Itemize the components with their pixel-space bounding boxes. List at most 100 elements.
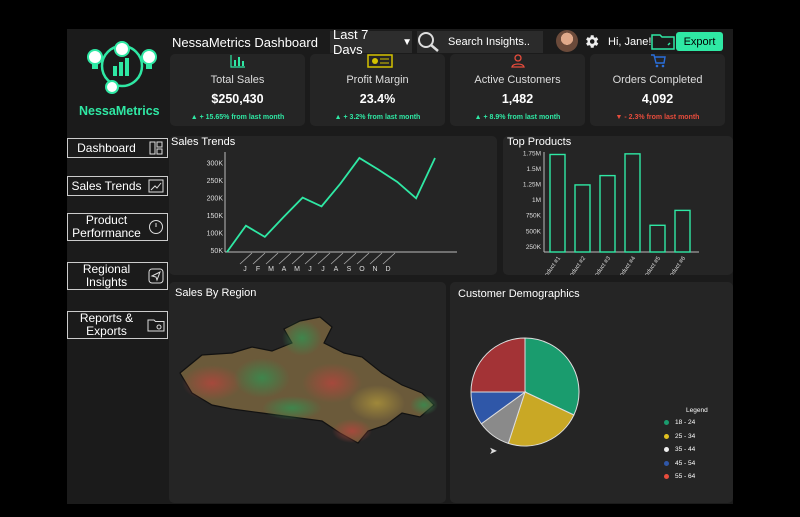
demographics-pie-chart [470, 337, 580, 447]
mouse-cursor-icon: ➤ [489, 446, 498, 457]
y-tick-label: 50K [211, 248, 224, 255]
kpi-value: $250,430 [211, 92, 264, 106]
folder-icon[interactable] [651, 32, 675, 50]
y-tick-label: 1M [532, 197, 541, 204]
y-tick-label: 150K [207, 213, 224, 220]
bar [649, 224, 666, 253]
y-tick-label: 100K [207, 231, 224, 238]
x-tick-label: J [308, 266, 312, 273]
kpi-label: Orders Completed [612, 74, 703, 86]
x-tick-label: Product #4 [616, 255, 638, 275]
x-tick-label: Product #6 [666, 255, 688, 275]
x-tick-mark [369, 252, 383, 265]
y-tick-label: 1.5M [527, 166, 541, 173]
navigation-icon [145, 268, 167, 284]
x-tick-label: Product #2 [566, 255, 588, 275]
nav-label: Reports & Exports [79, 311, 134, 338]
x-tick-label: A [282, 266, 287, 273]
x-tick-label: J [321, 266, 325, 273]
y-tick-label: 1.75M [523, 151, 541, 158]
x-tick-mark [330, 252, 344, 265]
date-range-value: Last 7 Days [333, 27, 369, 57]
sales-trends-chart: 50K100K150K200K250K300KJ F M A M J J A S O N D [207, 152, 457, 273]
export-label: Export [683, 35, 716, 48]
x-tick-label: S [347, 266, 352, 273]
pie-slice [470, 337, 526, 393]
folder-gear-icon [145, 318, 167, 332]
x-tick-mark [291, 252, 305, 265]
kpi-value: 1,482 [501, 92, 534, 106]
x-tick-mark [343, 252, 357, 265]
x-tick-label: Product #5 [641, 255, 663, 275]
money-icon [367, 54, 393, 68]
kpi-change: + 8.9% from last month [483, 114, 561, 121]
nav-product-performance[interactable]: Product Performance [67, 213, 168, 241]
dashboard-title: NessaMetrics Dashboard [172, 35, 318, 50]
x-tick-label: M [294, 266, 300, 273]
date-range-select[interactable]: Last 7 Days ▼ [330, 27, 412, 57]
legend-item: 35 - 44 [664, 446, 695, 453]
x-tick-label: Product #3 [591, 255, 613, 275]
nav-regional-insights[interactable]: Regional Insights [67, 262, 168, 290]
x-tick-mark [278, 252, 292, 265]
kpi-change: + 3.2% from last month [343, 114, 421, 121]
customer-demographics-title: Customer Demographics [458, 288, 580, 300]
user-icon [511, 54, 525, 68]
legend-label: 35 - 44 [675, 446, 696, 453]
x-tick-label: D [385, 266, 390, 273]
legend-label: 55 - 64 [675, 473, 696, 480]
top-products-title: Top Products [507, 136, 572, 148]
x-tick-mark [265, 252, 279, 265]
nav-label: Sales Trends [71, 178, 142, 193]
legend-title: Legend [686, 407, 708, 414]
kpi-orders-completed: Orders Completed 4,092 ▼ - 2.3% from las… [590, 54, 725, 126]
avatar[interactable] [556, 30, 578, 52]
bar [599, 174, 616, 253]
kpi-change: - 2.3% from last month [624, 114, 700, 121]
kpi-active-customers: Active Customers 1,482 ▲ + 8.9% from las… [450, 54, 585, 126]
x-tick-mark [317, 252, 331, 265]
trend-up-icon: ▲ [190, 114, 200, 121]
bar [549, 153, 566, 253]
x-tick-label: J [243, 266, 247, 273]
sales-trend-line [226, 156, 436, 253]
kpi-total-sales: Total Sales $250,430 ▲ + 15.65% from las… [170, 54, 305, 126]
x-tick-mark [304, 252, 318, 265]
sales-by-region-title: Sales By Region [175, 287, 257, 299]
y-tick-label: 250K [526, 244, 542, 251]
layout-icon [145, 141, 167, 155]
legend-swatch [664, 460, 669, 466]
nav-sales-trends[interactable]: Sales Trends [67, 176, 168, 196]
kpi-value: 23.4% [359, 92, 396, 106]
sales-trends-title: Sales Trends [171, 136, 236, 148]
bar-chart-icon [230, 55, 245, 68]
canada-heat-map [179, 316, 438, 444]
x-tick-label: F [256, 266, 260, 273]
cart-icon [651, 54, 666, 68]
trend-up-icon: ▲ [474, 114, 484, 121]
top-products-chart: 250K500K750K1M1.25M1.5M1.75MProduct #1 Pr… [523, 151, 699, 275]
kpi-value: 4,092 [641, 92, 674, 106]
search-input[interactable]: Search Insights.. [448, 36, 530, 48]
bar [624, 153, 641, 253]
legend-swatch [664, 420, 669, 425]
x-tick-label: O [359, 266, 365, 273]
bar-chart-icon [145, 179, 167, 193]
legend-label: 45 - 54 [675, 459, 696, 467]
kpi-label: Total Sales [210, 74, 265, 86]
legend-swatch [664, 474, 669, 479]
x-tick-mark [382, 252, 396, 265]
search-box[interactable]: Search Insights.. [417, 31, 543, 53]
nav-reports-exports[interactable]: Reports & Exports [67, 311, 168, 339]
nav-label: Dashboard [77, 140, 136, 155]
chevron-down-icon: ▼ [402, 36, 412, 48]
nav-dashboard[interactable]: Dashboard [67, 138, 168, 158]
legend-label: 18 - 24 [675, 419, 696, 426]
y-tick-label: 1.25M [523, 182, 541, 189]
export-button[interactable]: Export [676, 32, 723, 51]
y-tick-label: 750K [526, 213, 542, 220]
y-tick-label: 500K [526, 228, 542, 235]
y-tick-label: 250K [207, 178, 224, 185]
brand-name: NessaMetrics [79, 104, 160, 118]
gear-icon[interactable] [583, 33, 600, 50]
